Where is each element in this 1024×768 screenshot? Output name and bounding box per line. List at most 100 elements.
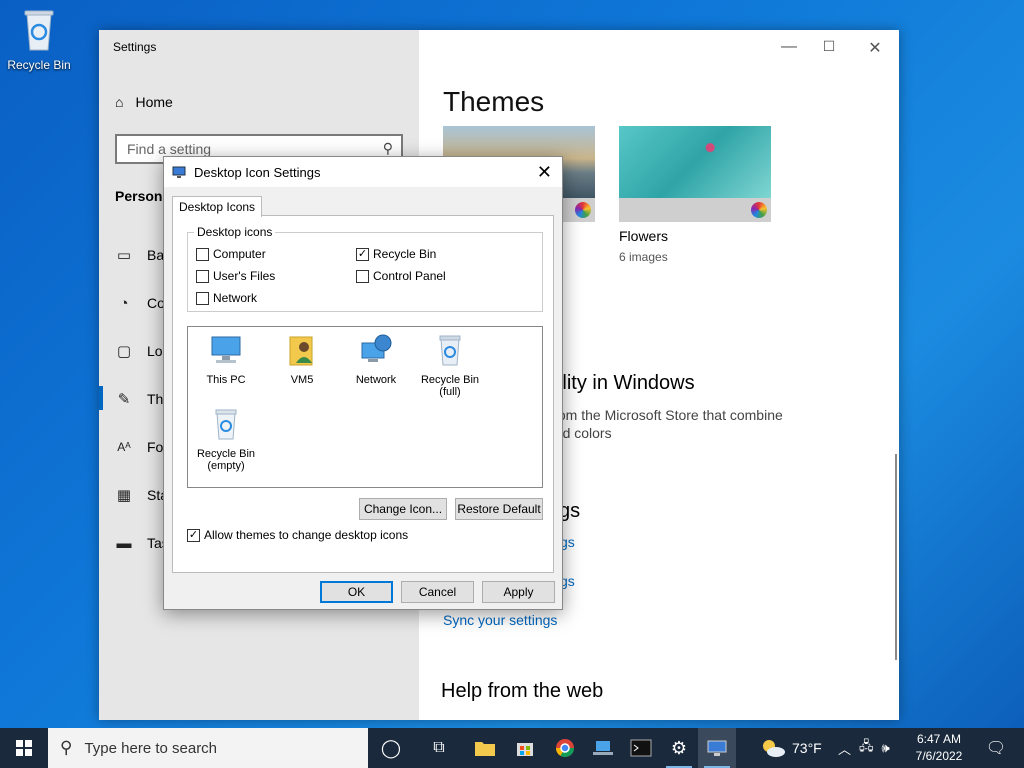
dialog-title: Desktop Icon Settings — [194, 164, 321, 180]
cancel-button[interactable]: Cancel — [401, 581, 474, 603]
description-line: and colors — [547, 425, 612, 441]
checkbox-label: Recycle Bin — [373, 247, 437, 261]
lock-screen-icon: ▢ — [116, 343, 132, 360]
checkbox-label: Network — [213, 291, 258, 305]
recycle-bin-full-icon — [439, 335, 461, 366]
theme-preview-image — [619, 126, 771, 198]
weather-temperature: 73°F — [792, 740, 822, 756]
checkbox-box[interactable] — [196, 269, 209, 283]
checkbox-box[interactable] — [196, 247, 209, 261]
scrollbar[interactable] — [895, 454, 897, 660]
checkbox-box[interactable] — [356, 269, 369, 283]
window-title: Settings — [113, 40, 157, 54]
display-settings-icon — [172, 166, 186, 178]
desktop-icon-label: Recycle Bin — [7, 58, 71, 72]
theme-subtitle: 6 images — [619, 250, 668, 264]
sync-settings-link[interactable]: Sync your settings — [443, 612, 557, 628]
network-icon — [361, 334, 392, 362]
search-placeholder: Find a setting — [127, 141, 212, 157]
palette-icon: ◔ — [119, 294, 129, 312]
restore-default-button[interactable]: Restore Default — [455, 498, 543, 520]
checkbox-users-files[interactable]: User's Files — [196, 269, 275, 283]
theme-thumbnail-flowers[interactable] — [619, 126, 771, 222]
display-settings-taskbar-icon[interactable] — [698, 728, 736, 768]
tab-desktop-icons[interactable]: Desktop Icons — [172, 196, 263, 217]
chrome-logo-icon — [556, 739, 574, 758]
checkbox-recycle-bin[interactable]: ✓ Recycle Bin — [356, 247, 436, 261]
list-item-label: Recycle Bin — [420, 374, 480, 386]
checkbox-box-checked[interactable]: ✓ — [356, 247, 369, 261]
checkbox-allow-themes[interactable]: ✓ Allow themes to change desktop icons — [187, 528, 408, 542]
chrome-icon[interactable] — [546, 728, 584, 768]
list-item-network[interactable]: Network — [338, 333, 414, 386]
checkbox-label: Computer — [213, 247, 266, 261]
sidebar-item-taskbar[interactable]: ▬ Tas — [115, 534, 169, 552]
apply-button[interactable]: Apply — [482, 581, 555, 603]
desktop-icon-settings-dialog: Desktop Icon Settings ✕ Desktop Icons De… — [163, 156, 563, 610]
home-nav[interactable]: ⌂ Home — [115, 94, 173, 110]
dialog-titlebar: Desktop Icon Settings ✕ — [164, 157, 562, 187]
dialog-close-button[interactable]: ✕ — [537, 162, 552, 183]
volume-icon[interactable]: 🕪 — [882, 740, 890, 756]
search-icon: ⚲ — [382, 140, 393, 156]
sidebar-item-fonts[interactable]: Aᴬ For — [115, 438, 168, 456]
close-button[interactable]: ✕ — [853, 38, 897, 58]
minimize-button[interactable]: — — [767, 38, 811, 56]
list-item-this-pc[interactable]: This PC — [188, 333, 264, 386]
remote-desktop-icon[interactable] — [584, 728, 622, 768]
checkbox-box-checked[interactable]: ✓ — [187, 528, 200, 542]
recycle-bin-empty-icon — [215, 409, 237, 440]
sidebar-item-start[interactable]: ▦ Sta — [115, 486, 168, 504]
taskbar-icon: ▬ — [116, 534, 132, 552]
fonts-icon: Aᴬ — [117, 440, 131, 454]
personality-description: mes from the Microsoft Store that combin… — [519, 406, 839, 442]
list-item-sublabel: (empty) — [207, 460, 245, 472]
checkbox-label: Allow themes to change desktop icons — [204, 528, 409, 542]
console-icon — [630, 739, 652, 757]
clock-time: 6:47 AM — [916, 732, 962, 746]
task-view-icon[interactable]: ⧉ — [420, 728, 458, 768]
ok-button[interactable]: OK — [320, 581, 393, 603]
checkbox-computer[interactable]: Computer — [196, 247, 266, 261]
home-label: Home — [135, 94, 173, 110]
cortana-icon[interactable]: ◯ — [372, 728, 410, 768]
icon-list[interactable]: This PC VM5 Network Recycle Bin (full) R… — [187, 326, 543, 488]
terminal-icon[interactable] — [622, 728, 660, 768]
maximize-button[interactable]: ☐ — [807, 38, 851, 55]
list-item-label: VM5 — [290, 374, 314, 386]
themes-brush-icon: ✎ — [117, 391, 131, 408]
sidebar-item-colors[interactable]: ◔ Co — [115, 294, 164, 312]
clock[interactable]: 6:47 AM 7/6/2022 — [904, 731, 974, 765]
taskbar: ⚲ Type here to search ◯ ⧉ ⚙ 73°F ︿ 🖧 🕪 6… — [0, 728, 1024, 768]
color-wheel-icon — [575, 202, 591, 218]
checkbox-control-panel[interactable]: Control Panel — [356, 269, 446, 283]
color-wheel-icon — [751, 202, 767, 218]
weather-widget[interactable]: 73°F — [760, 728, 822, 768]
list-item-recycle-bin-empty[interactable]: Recycle Bin (empty) — [188, 407, 264, 472]
desktop-recycle-bin[interactable]: Recycle Bin — [4, 8, 74, 72]
settings-app-icon[interactable]: ⚙ — [660, 728, 698, 768]
start-grid-icon: ▦ — [116, 487, 132, 504]
network-icon[interactable]: 🖧 — [859, 737, 874, 759]
checkbox-label: User's Files — [213, 269, 276, 283]
bag-icon — [517, 743, 533, 756]
change-icon-button[interactable]: Change Icon... — [359, 498, 447, 520]
sidebar-item-lock-screen[interactable]: ▢ Loc — [115, 342, 170, 360]
search-placeholder: Type here to search — [84, 739, 218, 757]
list-item-vm5[interactable]: VM5 — [264, 333, 340, 386]
list-item-recycle-bin-full[interactable]: Recycle Bin (full) — [412, 333, 488, 398]
checkbox-network[interactable]: Network — [196, 291, 257, 305]
checkbox-box[interactable] — [196, 291, 209, 305]
home-icon: ⌂ — [115, 94, 124, 110]
chevron-up-icon[interactable]: ︿ — [838, 739, 851, 758]
store-icon[interactable] — [506, 728, 544, 768]
taskbar-search-input[interactable]: ⚲ Type here to search — [48, 728, 368, 768]
user-folder-icon — [289, 336, 313, 366]
file-explorer-icon[interactable] — [466, 728, 504, 768]
notification-center-icon[interactable]: 🗨 — [976, 728, 1016, 768]
system-tray: ︿ 🖧 🕪 — [838, 728, 890, 768]
list-item-label: Network — [355, 374, 397, 386]
start-button[interactable] — [0, 728, 48, 768]
laptop-icon — [593, 741, 613, 755]
help-heading: Help from the web — [441, 680, 604, 702]
